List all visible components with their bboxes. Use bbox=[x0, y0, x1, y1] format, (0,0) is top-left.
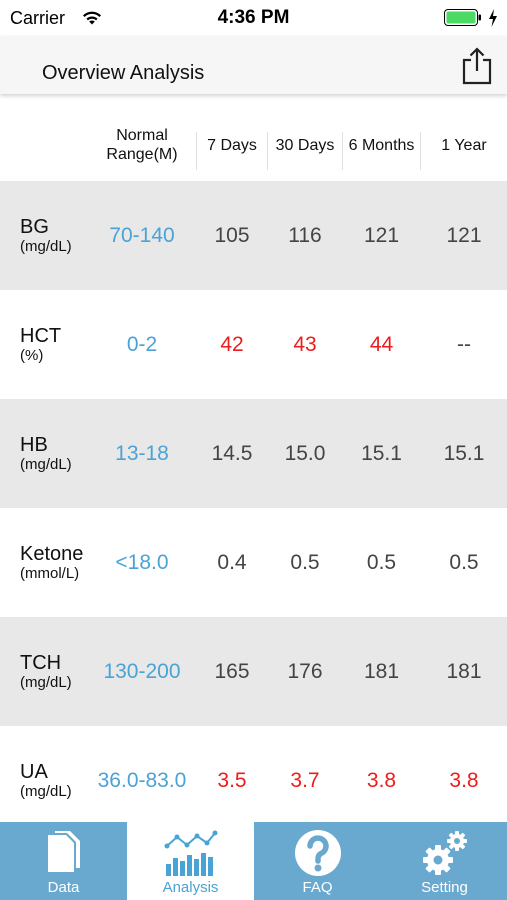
row-label: UA (mg/dL) bbox=[20, 726, 72, 835]
normal-range-value: <18.0 bbox=[115, 550, 169, 574]
period-value: 176 bbox=[287, 659, 323, 683]
normal-range-value: 70-140 bbox=[109, 223, 175, 247]
row-label: Ketone (mmol/L) bbox=[20, 508, 83, 617]
analysis-icon bbox=[164, 830, 217, 876]
period-value: 15.0 bbox=[284, 441, 326, 465]
table-row-hct: HCT (%) 0-2 42 43 44 -- bbox=[0, 290, 507, 399]
tab-bar: Data Analysis FAQ Setting bbox=[0, 822, 507, 900]
metric-unit: (mmol/L) bbox=[20, 565, 80, 582]
period-value: 15.1 bbox=[443, 441, 485, 465]
share-icon[interactable] bbox=[461, 46, 493, 86]
normal-range-value: 130-200 bbox=[103, 659, 181, 683]
faq-icon bbox=[294, 830, 341, 876]
period-value: 42 bbox=[220, 332, 244, 356]
column-header-7-days: 7 Days bbox=[207, 136, 257, 154]
column-header-normal-range: Normal Range(M) bbox=[106, 127, 178, 163]
table-row-bg: BG (mg/dL) 70-140 105 116 121 121 bbox=[0, 181, 507, 290]
normal-range-value: 0-2 bbox=[126, 332, 158, 356]
metric-name: UA bbox=[20, 761, 48, 783]
row-label: TCH (mg/dL) bbox=[20, 617, 72, 726]
row-label: HB (mg/dL) bbox=[20, 399, 72, 508]
tab-setting[interactable]: Setting bbox=[381, 822, 507, 900]
metric-name: Ketone bbox=[20, 543, 84, 565]
tab-setting-label: Setting bbox=[421, 879, 468, 896]
period-value: 121 bbox=[446, 223, 482, 247]
period-value: 105 bbox=[214, 223, 250, 247]
charging-icon bbox=[489, 9, 497, 27]
nav-header: Overview Analysis bbox=[0, 36, 507, 94]
period-value: 0.5 bbox=[290, 550, 320, 574]
column-header-1-year: 1 Year bbox=[441, 136, 487, 154]
metric-name: HCT bbox=[20, 325, 62, 347]
tab-faq[interactable]: FAQ bbox=[254, 822, 381, 900]
status-time: 4:36 PM bbox=[217, 7, 290, 28]
tab-faq-label: FAQ bbox=[302, 879, 333, 896]
normal-range-value: 36.0-83.0 bbox=[97, 768, 187, 792]
period-value: 0.5 bbox=[366, 550, 397, 574]
period-value: 0.4 bbox=[217, 550, 247, 574]
metric-unit: (mg/dL) bbox=[20, 456, 72, 473]
period-value: 116 bbox=[288, 223, 322, 247]
page-title: Overview Analysis bbox=[42, 62, 205, 84]
period-value: 121 bbox=[363, 223, 400, 247]
period-value: 3.5 bbox=[217, 768, 247, 792]
period-value: 181 bbox=[446, 659, 482, 683]
tab-data-label: Data bbox=[47, 879, 80, 896]
period-value: 0.5 bbox=[449, 550, 479, 574]
table-row-hb: HB (mg/dL) 13-18 14.5 15.0 15.1 15.1 bbox=[0, 399, 507, 508]
metric-unit: (mg/dL) bbox=[20, 783, 72, 800]
period-value: 43 bbox=[293, 332, 317, 356]
row-label: BG (mg/dL) bbox=[20, 181, 72, 290]
tab-analysis-label: Analysis bbox=[162, 879, 219, 896]
metric-unit: (mg/dL) bbox=[20, 238, 72, 255]
row-label: HCT (%) bbox=[20, 290, 61, 399]
column-header-6-months: 6 Months bbox=[348, 136, 415, 154]
tab-data[interactable]: Data bbox=[0, 822, 127, 900]
status-bar: Carrier 4:36 PM bbox=[0, 0, 507, 36]
metric-unit: (mg/dL) bbox=[20, 674, 72, 691]
battery-icon bbox=[444, 9, 481, 26]
period-value: 44 bbox=[369, 332, 394, 356]
period-value: 181 bbox=[363, 659, 400, 683]
metric-name: HB bbox=[20, 434, 48, 456]
period-value: 165 bbox=[214, 659, 250, 683]
table-row-ua: UA (mg/dL) 36.0-83.0 3.5 3.7 3.8 3.8 bbox=[0, 726, 507, 835]
table-row-ketone: Ketone (mmol/L) <18.0 0.4 0.5 0.5 0.5 bbox=[0, 508, 507, 617]
metric-unit: (%) bbox=[20, 347, 44, 364]
normal-range-value: 13-18 bbox=[115, 441, 169, 465]
metric-name: TCH bbox=[20, 652, 62, 674]
period-value: 3.8 bbox=[449, 768, 479, 792]
period-value: 14.5 bbox=[211, 441, 253, 465]
tab-analysis[interactable]: Analysis bbox=[127, 822, 254, 900]
setting-icon bbox=[422, 831, 467, 875]
table-row-tch: TCH (mg/dL) 130-200 165 176 181 181 bbox=[0, 617, 507, 726]
period-value: -- bbox=[457, 332, 471, 356]
metric-name: BG bbox=[20, 216, 49, 238]
data-icon bbox=[47, 831, 80, 872]
table-header: Normal Range(M) 7 Days 30 Days 6 Months … bbox=[0, 120, 507, 180]
column-header-30-days: 30 Days bbox=[275, 136, 335, 154]
period-value: 3.8 bbox=[366, 768, 397, 792]
period-value: 3.7 bbox=[290, 768, 320, 792]
period-value: 15.1 bbox=[361, 441, 402, 465]
